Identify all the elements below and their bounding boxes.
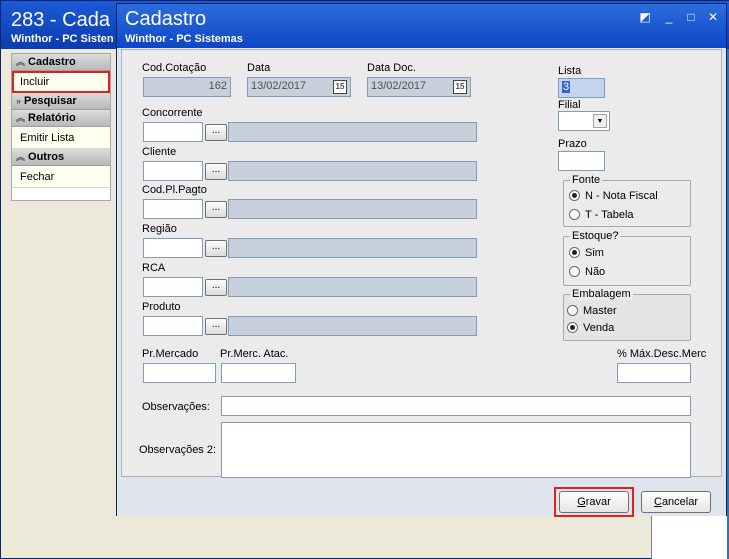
dialog-title: Cadastro (125, 8, 207, 30)
lista-label: Lista (558, 65, 582, 77)
edit-icon[interactable]: ◩ (637, 10, 653, 24)
sidebar: ︽ Cadastro Incluir » Pesquisar ︽ Relatório … (11, 53, 111, 201)
dialog-subtitle: Winthor - PC Sistemas (125, 33, 243, 45)
radio-unchecked-icon (569, 266, 580, 277)
rca-code-field[interactable] (143, 277, 203, 297)
radio-checked-icon (569, 247, 580, 258)
concorrente-label: Concorrente (142, 107, 203, 119)
fonte-option-nota-fiscal[interactable]: N - Nota Fiscal (569, 190, 658, 202)
cliente-code-field[interactable] (143, 161, 203, 181)
radio-unchecked-icon (567, 305, 578, 316)
cod-pl-pagto-label: Cod.Pl.Pagto (142, 184, 207, 196)
estoque-option-sim[interactable]: Sim (569, 247, 604, 259)
chevron-up-icon: ︽ (16, 152, 26, 162)
cod-cotacao-field[interactable]: 162 (143, 77, 231, 97)
estoque-group-title: Estoque? (570, 230, 621, 242)
cod-pl-pagto-description-field (228, 199, 477, 219)
chevron-up-icon: ︽ (16, 57, 26, 67)
produto-code-field[interactable] (143, 316, 203, 336)
highlight-box (554, 487, 634, 517)
cliente-label: Cliente (142, 146, 177, 158)
prazo-label: Prazo (558, 138, 587, 150)
filial-label: Filial (558, 99, 581, 111)
fonte-group-title: Fonte (570, 174, 603, 186)
rca-lookup-button[interactable]: ... (205, 279, 227, 296)
observacoes-field[interactable] (221, 396, 691, 416)
cod-pl-pagto-lookup-button[interactable]: ... (205, 201, 227, 218)
regiao-label: Região (142, 223, 177, 235)
minimize-icon[interactable]: _ (661, 10, 677, 24)
chevron-down-icon: ▼ (593, 114, 607, 128)
sidebar-item-fechar[interactable]: Fechar (12, 166, 110, 188)
calendar-icon[interactable]: 15 (333, 80, 347, 94)
sidebar-item-incluir[interactable]: Incluir (12, 71, 110, 93)
regiao-description-field (228, 238, 477, 258)
dialog-title-bar[interactable]: Cadastro Winthor - PC Sistemas ◩ _ □ ✕ (117, 4, 726, 48)
cliente-description-field (228, 161, 477, 181)
max-desc-merc-field[interactable] (617, 363, 691, 383)
filial-select[interactable]: ▼ (558, 111, 610, 131)
data-label: Data (247, 62, 271, 74)
fonte-option-tabela[interactable]: T - Tabela (569, 209, 634, 221)
sidebar-item-emitir-lista[interactable]: Emitir Lista (12, 127, 110, 149)
data-doc-field[interactable]: 13/02/2017 15 (367, 77, 471, 97)
embalagem-group-title: Embalagem (570, 288, 633, 300)
lista-field[interactable]: 3 (558, 78, 605, 98)
cod-cotacao-label: Cod.Cotação (142, 62, 207, 74)
button-bar: Gravar Cancelar (117, 482, 726, 517)
cadastro-dialog: Cadastro Winthor - PC Sistemas ◩ _ □ ✕ C… (116, 3, 727, 517)
data-doc-label: Data Doc. (367, 62, 416, 74)
rca-description-field (228, 277, 477, 297)
cancelar-button[interactable]: Cancelar (641, 491, 711, 513)
maximize-icon[interactable]: □ (683, 10, 699, 24)
background-window-title: 283 - Cada (11, 9, 110, 31)
max-desc-merc-label: % Máx.Desc.Merc (617, 348, 707, 360)
chevron-right-icon: » (16, 96, 22, 106)
cod-pl-pagto-code-field[interactable] (143, 199, 203, 219)
rca-label: RCA (142, 262, 166, 274)
pr-merc-atac-label: Pr.Merc. Atac. (220, 348, 289, 360)
prazo-field[interactable] (558, 151, 605, 171)
produto-lookup-button[interactable]: ... (205, 318, 227, 335)
produto-label: Produto (142, 301, 181, 313)
concorrente-description-field (228, 122, 477, 142)
embalagem-option-master[interactable]: Master (567, 305, 617, 317)
produto-description-field (228, 316, 477, 336)
sidebar-section-relatorio[interactable]: ︽ Relatório (12, 110, 110, 127)
calendar-icon[interactable]: 15 (453, 80, 467, 94)
radio-checked-icon (569, 190, 580, 201)
sidebar-section-cadastro[interactable]: ︽ Cadastro (12, 54, 110, 71)
form-area: Cod.Cotação 162 Data 13/02/2017 15 Data … (121, 49, 722, 478)
pr-mercado-label: Pr.Mercado (142, 348, 199, 360)
concorrente-code-field[interactable] (143, 122, 203, 142)
estoque-group: Estoque? Sim Não (563, 230, 691, 286)
embalagem-option-venda[interactable]: Venda (567, 322, 614, 334)
estoque-option-nao[interactable]: Não (569, 266, 605, 278)
close-icon[interactable]: ✕ (705, 10, 721, 24)
sidebar-section-pesquisar[interactable]: » Pesquisar (12, 93, 110, 110)
regiao-code-field[interactable] (143, 238, 203, 258)
concorrente-lookup-button[interactable]: ... (205, 124, 227, 141)
regiao-lookup-button[interactable]: ... (205, 240, 227, 257)
observacoes2-label: Observações 2: (139, 444, 217, 456)
observacoes-label: Observações: (142, 401, 210, 413)
pr-merc-atac-field[interactable] (221, 363, 296, 383)
sidebar-section-outros[interactable]: ︽ Outros (12, 149, 110, 166)
pr-mercado-field[interactable] (143, 363, 216, 383)
chevron-up-icon: ︽ (16, 113, 26, 123)
radio-checked-icon (567, 322, 578, 333)
embalagem-group: Embalagem Master Venda (563, 288, 691, 341)
cliente-lookup-button[interactable]: ... (205, 163, 227, 180)
observacoes2-field[interactable] (221, 422, 691, 478)
data-field[interactable]: 13/02/2017 15 (247, 77, 351, 97)
radio-unchecked-icon (569, 209, 580, 220)
background-window-subtitle: Winthor - PC Sisten (11, 33, 114, 45)
fonte-group: Fonte N - Nota Fiscal T - Tabela (563, 174, 691, 227)
